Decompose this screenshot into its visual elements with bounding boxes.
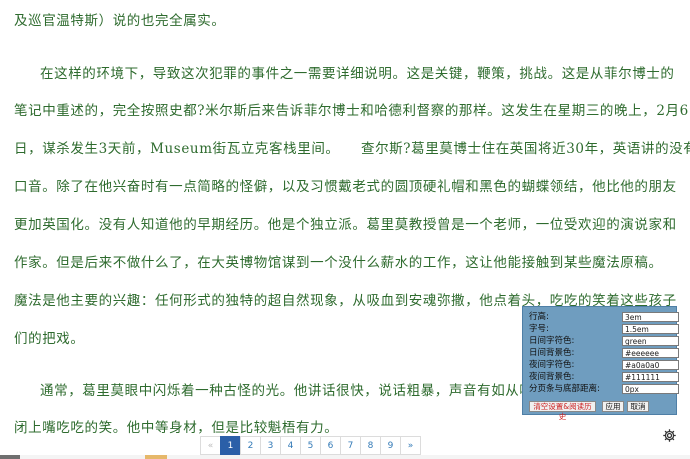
text-line: 在这样的环境下，导致这次犯罪的事件之一需要详细说明。这是关键，鞭策，挑战。这是从… — [40, 66, 675, 82]
setting-font-size: 字号: — [529, 324, 679, 335]
pagination-prev[interactable]: « — [200, 436, 221, 455]
apply-button[interactable]: 应用 — [602, 401, 624, 412]
bottom-strip-dark — [0, 455, 20, 459]
bottom-strip-accent — [145, 455, 167, 459]
setting-line-height: 行高: — [529, 312, 679, 323]
night-bg-color-input[interactable] — [622, 372, 679, 382]
setting-night-text-color: 夜间字符色: — [529, 360, 679, 371]
setting-label: 行高: — [529, 312, 549, 322]
page-link[interactable]: 3 — [260, 436, 281, 455]
setting-label: 夜间字符色: — [529, 360, 575, 370]
line-height-input[interactable] — [622, 312, 679, 322]
setting-label: 日间字符色: — [529, 336, 575, 346]
cancel-button[interactable]: 取消 — [627, 401, 649, 412]
text-line: 作家。但是后来不做什么了，在大英博物馆谋到一个没什么薪水的工作，这让他能接触到某… — [14, 255, 663, 271]
page-link[interactable]: 2 — [240, 436, 261, 455]
settings-panel: 行高: 字号: 日间字符色: 日间背景色: 夜间字符色: 夜间背景色: 分页条与… — [522, 306, 679, 421]
font-size-input[interactable] — [622, 324, 679, 334]
text-line: 及巡官温特斯）说的也完全属实。 — [14, 13, 226, 29]
setting-night-bg-color: 夜间背景色: — [529, 372, 679, 383]
text-line: 口音。除了在他兴奋时有一点简略的怪僻，以及习惯戴老式的圆顶硬礼帽和黑色的蝴蝶领结… — [14, 179, 677, 195]
page-link[interactable]: 4 — [280, 436, 301, 455]
text-line: 更加英国化。没有人知道他的早期经历。他是个独立派。葛里莫教授曾是一个老师，一位受… — [14, 217, 677, 233]
setting-day-text-color: 日间字符色: — [529, 336, 679, 347]
pagination-bar: « 1 2 3 4 5 6 7 8 9 » — [200, 436, 421, 456]
text-line: 闭上嘴吃吃的笑。他中等身材，但是比较魁梧有力。 — [14, 420, 339, 436]
setting-pager-bottom-distance: 分页条与底部距离: — [529, 384, 679, 395]
pager-bottom-distance-input[interactable] — [622, 384, 679, 394]
page-link[interactable]: 7 — [340, 436, 361, 455]
page-link[interactable]: 6 — [320, 436, 341, 455]
page-link[interactable]: 5 — [300, 436, 321, 455]
pagination-next[interactable]: » — [400, 436, 421, 455]
text-line: 通常，葛里莫眼中闪烁着一种古怪的光。他讲话很快，说话粗暴，声音有如从喉咙深处发出 — [40, 383, 604, 399]
setting-label: 分页条与底部距离: — [529, 384, 600, 394]
setting-label: 夜间背景色: — [529, 372, 575, 382]
text-line: 日，谋杀发生3天前，Museum街瓦立克客栈里间。 查尔斯?葛里莫博士住在英国将… — [14, 141, 690, 157]
setting-label: 日间背景色: — [529, 348, 575, 358]
page-link[interactable]: 1 — [220, 436, 241, 455]
text-line: 们的把戏。 — [14, 331, 85, 347]
day-bg-color-input[interactable] — [622, 348, 679, 358]
setting-label: 字号: — [529, 324, 549, 334]
settings-toggle-button[interactable] — [658, 424, 680, 446]
setting-day-bg-color: 日间背景色: — [529, 348, 679, 359]
clear-settings-button[interactable]: 清空设置&阅读历史 — [529, 401, 596, 421]
day-text-color-input[interactable] — [622, 336, 679, 346]
gear-icon — [662, 428, 676, 442]
page-link[interactable]: 9 — [380, 436, 401, 455]
page-link[interactable]: 8 — [360, 436, 381, 455]
night-text-color-input[interactable] — [622, 360, 679, 370]
text-line: 笔记中重述的，完全按照史都?米尔斯后来告诉菲尔博士和哈德利督察的那样。这发生在星… — [14, 103, 689, 119]
